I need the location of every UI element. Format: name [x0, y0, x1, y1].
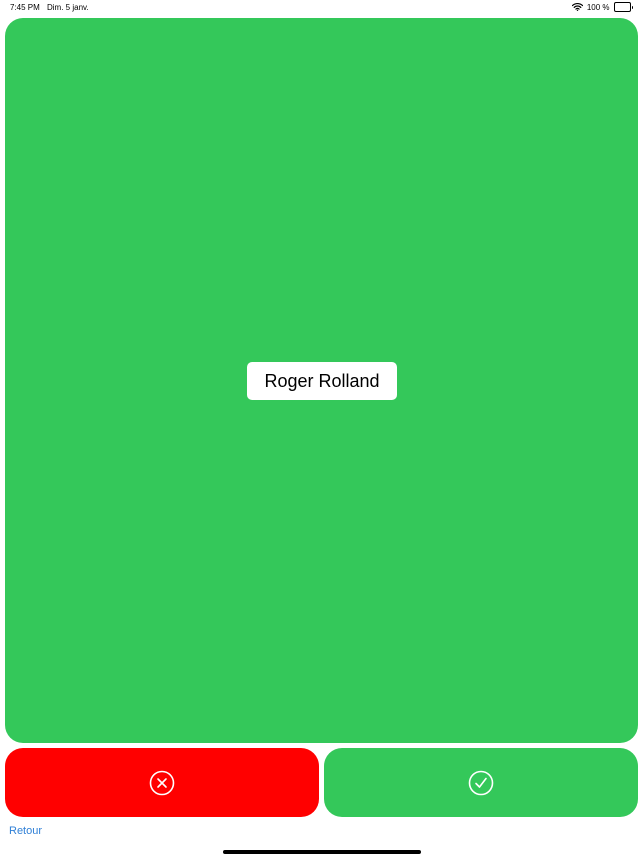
battery-percentage: 100 % [586, 2, 610, 12]
x-circle-icon [149, 770, 175, 796]
person-name-label: Roger Rolland [247, 362, 397, 400]
status-indicators: 100 % [571, 2, 633, 12]
battery-icon [613, 2, 633, 12]
status-bar: 7:45 PM Dim. 5 janv. 100 % [0, 0, 643, 16]
home-indicator[interactable] [223, 850, 421, 854]
wifi-icon [571, 3, 583, 11]
status-date: Dim. 5 janv. [47, 3, 89, 12]
status-time: 7:45 PM [10, 3, 40, 12]
accept-button[interactable] [324, 748, 638, 817]
checkmark-circle-icon [468, 770, 494, 796]
person-name: Roger Rolland [264, 370, 380, 391]
reject-button[interactable] [5, 748, 319, 817]
back-link[interactable]: Retour [9, 825, 42, 837]
